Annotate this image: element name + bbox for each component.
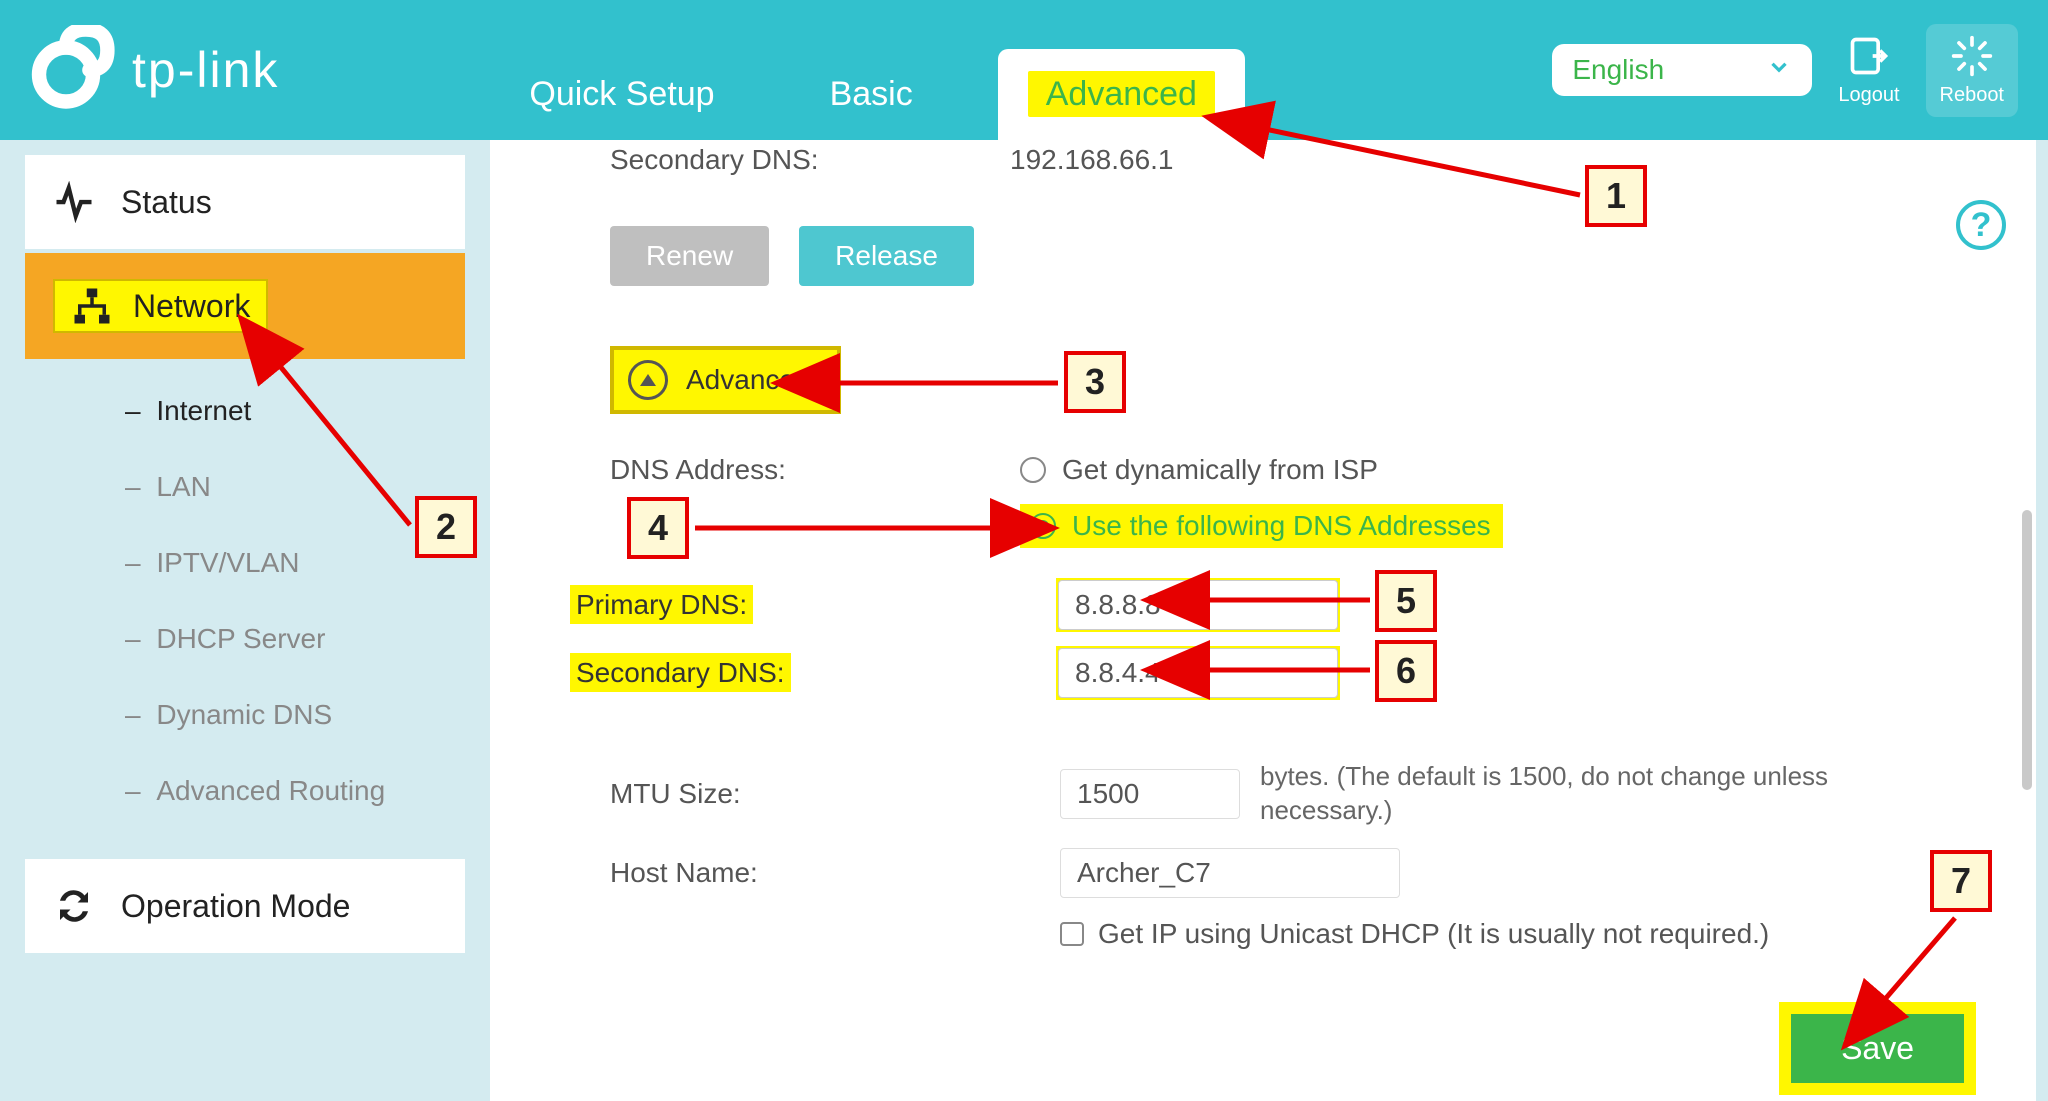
row-primary-dns: Primary DNS: xyxy=(570,578,1996,632)
sub-ddns[interactable]: Dynamic DNS xyxy=(25,677,465,753)
secondary-dns-top-value: 192.168.66.1 xyxy=(1010,144,1174,176)
network-submenu: Internet LAN IPTV/VLAN DHCP Server Dynam… xyxy=(25,363,465,859)
callout-6: 6 xyxy=(1375,640,1437,702)
radio-dns-manual[interactable]: Use the following DNS Addresses xyxy=(1030,510,1491,542)
dhcp-buttons: Renew Release xyxy=(610,226,1996,286)
callout-7: 7 xyxy=(1930,850,1992,912)
sidebar-status-label: Status xyxy=(121,184,212,221)
brand-text: tp-link xyxy=(132,41,279,99)
tab-basic[interactable]: Basic xyxy=(800,49,943,140)
callout-1: 1 xyxy=(1585,165,1647,227)
collapse-up-icon xyxy=(628,360,668,400)
advanced-section-toggle[interactable]: Advanced xyxy=(610,346,841,414)
secondary-dns-label: Secondary DNS: xyxy=(570,653,791,692)
callout-4: 4 xyxy=(627,497,689,559)
mtu-input[interactable] xyxy=(1060,769,1240,819)
primary-dns-label-wrap: Primary DNS: xyxy=(570,589,990,621)
secondary-dns-input[interactable] xyxy=(1058,648,1338,698)
unicast-checkbox[interactable] xyxy=(1060,922,1084,946)
row-secondary-dns-top: Secondary DNS: 192.168.66.1 xyxy=(610,144,1996,176)
sidebar-item-operation-mode[interactable]: Operation Mode xyxy=(25,859,465,953)
radio-dns-isp[interactable]: Get dynamically from ISP xyxy=(1020,454,1503,486)
cycle-icon xyxy=(53,885,95,927)
callout-3: 3 xyxy=(1064,351,1126,413)
sidebar: Status Network Internet LAN IPTV/VLAN DH… xyxy=(25,155,465,957)
top-tabs: Quick Setup Basic Advanced xyxy=(499,0,1245,140)
brand-logo: tp-link xyxy=(30,25,279,115)
chevron-down-icon xyxy=(1766,54,1792,87)
dns-address-label: DNS Address: xyxy=(610,454,1010,486)
language-value: English xyxy=(1572,54,1664,86)
main-content: ? Secondary DNS: 192.168.66.1 Renew Rele… xyxy=(490,140,2036,1101)
unicast-dhcp-row[interactable]: Get IP using Unicast DHCP (It is usually… xyxy=(1060,918,1996,950)
sub-iptv[interactable]: IPTV/VLAN xyxy=(25,525,465,601)
callout-5: 5 xyxy=(1375,570,1437,632)
primary-dns-input[interactable] xyxy=(1058,580,1338,630)
radio-icon xyxy=(1020,457,1046,483)
mtu-label: MTU Size: xyxy=(610,778,1030,810)
sidebar-network-label: Network xyxy=(133,288,250,325)
help-button[interactable]: ? xyxy=(1956,200,2006,250)
language-select[interactable]: English xyxy=(1552,44,1812,96)
sidebar-item-network[interactable]: Network xyxy=(25,253,465,359)
logout-icon xyxy=(1847,34,1891,78)
sidebar-operation-label: Operation Mode xyxy=(121,888,350,925)
secondary-dns-hl xyxy=(1056,646,1340,700)
radio-manual-label: Use the following DNS Addresses xyxy=(1072,510,1491,542)
header-right: English Logout Reboot xyxy=(1552,24,2018,117)
save-button[interactable]: Save xyxy=(1791,1014,1964,1083)
primary-dns-label: Primary DNS: xyxy=(570,585,753,624)
secondary-dns-top-label: Secondary DNS: xyxy=(610,144,1010,176)
pulse-icon xyxy=(53,181,95,223)
tab-advanced[interactable]: Advanced xyxy=(998,49,1245,140)
tplink-logo-icon xyxy=(30,25,120,115)
hostname-label: Host Name: xyxy=(610,857,1030,889)
hostname-input[interactable] xyxy=(1060,848,1400,898)
radio-checked-icon xyxy=(1030,513,1056,539)
sidebar-item-status[interactable]: Status xyxy=(25,155,465,249)
callout-2: 2 xyxy=(415,496,477,558)
reboot-icon xyxy=(1950,34,1994,78)
advanced-section-label: Advanced xyxy=(686,364,811,396)
release-button[interactable]: Release xyxy=(799,226,974,286)
sub-dhcp[interactable]: DHCP Server xyxy=(25,601,465,677)
tab-quick-setup[interactable]: Quick Setup xyxy=(499,49,744,140)
save-highlight: Save xyxy=(1779,1002,1976,1095)
dns-address-group: DNS Address: Get dynamically from ISP Us… xyxy=(610,454,1996,548)
logout-button[interactable]: Logout xyxy=(1838,34,1899,107)
secondary-dns-label-wrap: Secondary DNS: xyxy=(570,657,990,689)
unicast-label: Get IP using Unicast DHCP (It is usually… xyxy=(1098,918,1769,950)
row-secondary-dns: Secondary DNS: xyxy=(570,646,1996,700)
row-hostname: Host Name: xyxy=(610,848,1996,898)
app-header: tp-link Quick Setup Basic Advanced Engli… xyxy=(0,0,2048,140)
reboot-button[interactable]: Reboot xyxy=(1926,24,2019,117)
reboot-label: Reboot xyxy=(1940,84,2005,107)
logout-label: Logout xyxy=(1838,84,1899,107)
row-mtu: MTU Size: bytes. (The default is 1500, d… xyxy=(610,760,1996,828)
network-icon xyxy=(71,285,113,327)
primary-dns-hl xyxy=(1056,578,1340,632)
radio-dns-manual-highlight: Use the following DNS Addresses xyxy=(1020,504,1503,548)
sub-routing[interactable]: Advanced Routing xyxy=(25,753,465,829)
renew-button[interactable]: Renew xyxy=(610,226,769,286)
scrollbar-thumb[interactable] xyxy=(2022,510,2032,790)
sub-internet[interactable]: Internet xyxy=(25,373,465,449)
radio-isp-label: Get dynamically from ISP xyxy=(1062,454,1378,486)
tab-advanced-label: Advanced xyxy=(1028,71,1215,117)
mtu-hint: bytes. (The default is 1500, do not chan… xyxy=(1260,760,1910,828)
sub-lan[interactable]: LAN xyxy=(25,449,465,525)
